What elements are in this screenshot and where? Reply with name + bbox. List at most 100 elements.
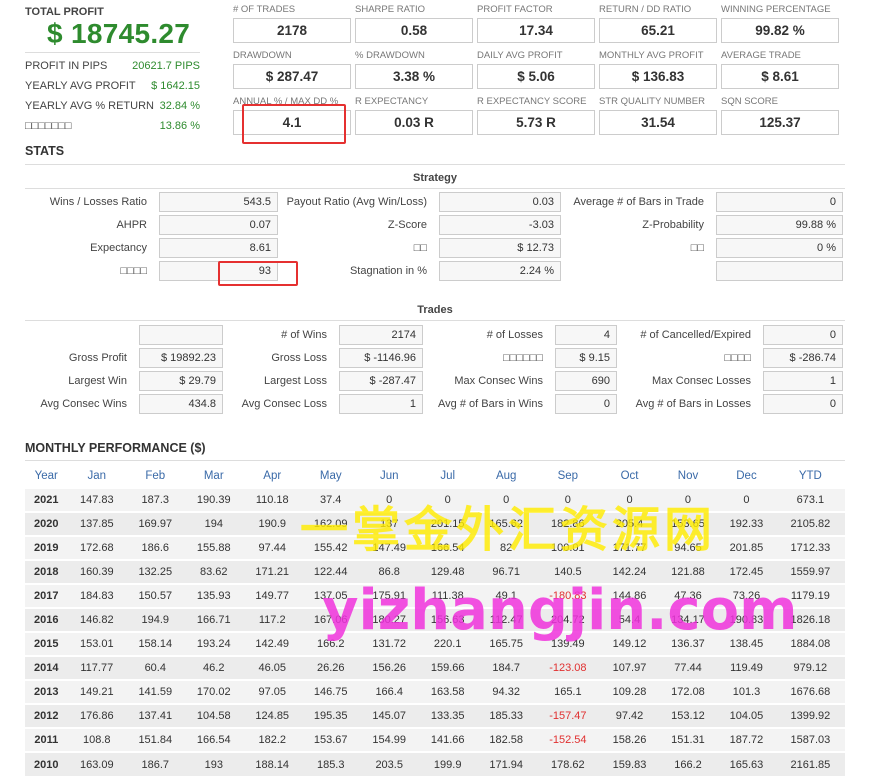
year-cell: 2015 — [25, 631, 68, 656]
month-value-cell: 194.9 — [126, 607, 185, 632]
trades-title: Trades — [417, 304, 453, 316]
month-value-cell: 172.08 — [658, 679, 718, 704]
watermark-chinese: 一掌金外汇资源网 — [300, 502, 717, 558]
metric-value: 65.21 — [599, 18, 717, 43]
month-value-cell: 176.86 — [67, 703, 127, 728]
trades-label: # of Losses — [486, 329, 543, 341]
metric-label: DRAWDOWN — [233, 50, 292, 61]
summary-row-value: $ 1642.15 — [151, 80, 200, 92]
strategy-value: 0 % — [716, 238, 843, 258]
month-value-cell: 159.66 — [418, 655, 477, 680]
month-value-cell: 46.05 — [243, 655, 302, 680]
metric-pct-drawdown: % DRAWDOWN 3.38 % — [355, 50, 473, 89]
month-value-cell: 155.88 — [184, 535, 243, 560]
month-value-cell: 135.93 — [184, 583, 243, 608]
summary-row: □□□□□□□ 13.86 % — [25, 117, 200, 135]
metric-sharpe-ratio: SHARPE RATIO 0.58 — [355, 4, 473, 43]
trades-value: $ -1146.96 — [339, 348, 423, 368]
table-row: 2013 149.21 141.59 170.02 97.05 146.75 166.4 16… — [25, 679, 845, 704]
trades-label: Gross Loss — [271, 352, 327, 364]
trades-value: $ -287.47 — [339, 371, 423, 391]
monthly-title: MONTHLY PERFORMANCE ($) — [25, 441, 206, 455]
table-row: 2010 163.09 186.7 193 188.14 185.3 203.5 199.9 1… — [25, 751, 845, 776]
month-value-cell: 149.77 — [243, 583, 302, 608]
trades-label: Gross Profit — [68, 352, 127, 364]
month-value-cell: 150.57 — [126, 583, 185, 608]
month-value-cell: 0 — [717, 487, 776, 512]
trades-value: 434.8 — [139, 394, 223, 414]
month-value-cell: 190.9 — [243, 511, 302, 536]
month-value-cell: 153.67 — [301, 727, 360, 752]
month-value-cell: -152.54 — [535, 727, 601, 752]
strategy-label: Z-Probability — [642, 219, 704, 231]
metric-sqn-score: SQN SCORE 125.37 — [721, 96, 839, 135]
trades-label: # of Wins — [281, 329, 327, 341]
column-header-month: Dec — [736, 469, 757, 482]
month-value-cell: -123.08 — [535, 655, 601, 680]
month-value-cell: 163.09 — [67, 751, 127, 776]
stats-title: STATS — [25, 144, 65, 158]
metric-value: $ 136.83 — [599, 64, 717, 89]
column-header-month: Apr — [263, 469, 282, 482]
metric-return-dd-ratio: RETURN / DD RATIO 65.21 — [599, 4, 717, 43]
month-value-cell: 195.35 — [301, 703, 360, 728]
summary-row-label: YEARLY AVG % RETURN — [25, 100, 154, 112]
month-value-cell: 1676.68 — [775, 679, 845, 704]
summary-row-label: □□□□□□□ — [25, 120, 72, 132]
summary-row-value: 32.84 % — [159, 100, 200, 112]
column-header-month: Nov — [677, 469, 699, 482]
metric-drawdown: DRAWDOWN $ 287.47 — [233, 50, 351, 89]
strategy-label: Expectancy — [90, 242, 147, 254]
metric-value: 17.34 — [477, 18, 595, 43]
month-value-cell: 203.5 — [359, 751, 419, 776]
month-value-cell: 1587.03 — [775, 727, 845, 752]
metric-value: 0.03 R — [355, 110, 473, 135]
month-value-cell: 186.6 — [126, 535, 185, 560]
month-value-cell: -157.47 — [535, 703, 601, 728]
highlight-annual-max-dd — [242, 104, 346, 144]
trades-label: Largest Loss — [264, 375, 327, 387]
trades-value: 0 — [555, 394, 617, 414]
month-value-cell: 2105.82 — [775, 511, 845, 536]
metric-monthly-avg-profit: MONTHLY AVG PROFIT $ 136.83 — [599, 50, 717, 89]
month-value-cell: 171.21 — [243, 559, 302, 584]
trades-value: $ 29.79 — [139, 371, 223, 391]
metric-label: SHARPE RATIO — [355, 4, 426, 15]
trades-label: Avg Consec Loss — [241, 398, 327, 410]
month-value-cell: 1399.92 — [775, 703, 845, 728]
year-cell: 2014 — [25, 655, 68, 680]
month-value-cell: 158.26 — [600, 727, 659, 752]
trades-label: □□□□□□ — [503, 352, 543, 364]
month-value-cell: 119.49 — [717, 655, 776, 680]
metric-value: $ 5.06 — [477, 64, 595, 89]
month-value-cell: 153.12 — [658, 703, 718, 728]
month-value-cell: 110.18 — [243, 487, 302, 512]
summary-row: PROFIT IN PIPS 20621.7 PIPS — [25, 57, 200, 75]
month-value-cell: 149.21 — [67, 679, 127, 704]
month-value-cell: 166.4 — [359, 679, 419, 704]
strategy-value: 0 — [716, 192, 843, 212]
year-cell: 2019 — [25, 535, 68, 560]
metric-value: 0.58 — [355, 18, 473, 43]
metric-label: DAILY AVG PROFIT — [477, 50, 563, 61]
month-value-cell: 151.31 — [658, 727, 718, 752]
trades-value: $ 19892.23 — [139, 348, 223, 368]
strategy-label: □□□□ — [120, 265, 147, 277]
month-value-cell: 117.2 — [243, 607, 302, 632]
month-value-cell: 182.58 — [476, 727, 536, 752]
trades-divider — [25, 320, 845, 321]
summary-row-value: 13.86 % — [159, 120, 200, 132]
metric-profit-factor: PROFIT FACTOR 17.34 — [477, 4, 595, 43]
column-header-month: Jun — [379, 469, 399, 482]
metric-r-expectancy: R EXPECTANCY 0.03 R — [355, 96, 473, 135]
month-value-cell: 141.66 — [418, 727, 477, 752]
metric-label: PROFIT FACTOR — [477, 4, 553, 15]
month-value-cell: 132.25 — [126, 559, 185, 584]
month-value-cell: 979.12 — [775, 655, 845, 680]
total-profit-label: TOTAL PROFIT — [25, 6, 104, 18]
month-value-cell: 190.39 — [184, 487, 243, 512]
metric-value: 99.82 % — [721, 18, 839, 43]
watermark-domain: yizhangjin.com — [322, 578, 798, 643]
month-value-cell: 124.85 — [243, 703, 302, 728]
month-value-cell: 171.94 — [476, 751, 536, 776]
